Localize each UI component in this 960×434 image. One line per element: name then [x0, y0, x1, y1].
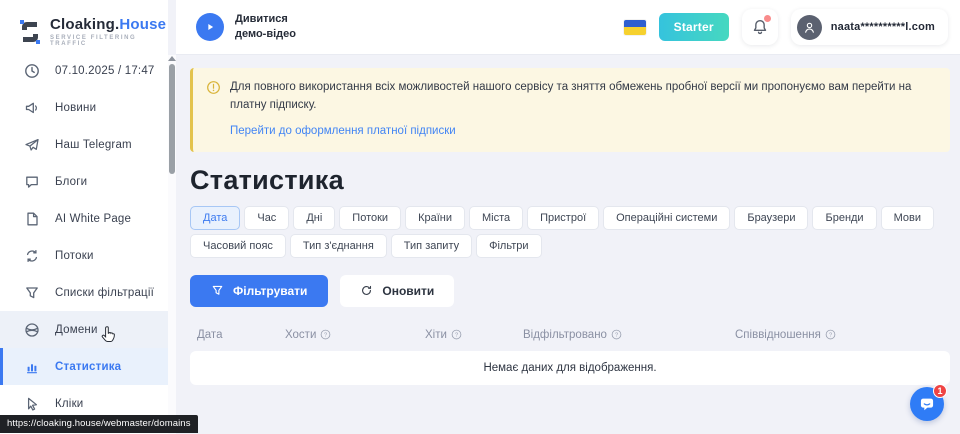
column-header-date: Дата [197, 329, 285, 341]
main-area: Дивитися демо-відео Starter [176, 0, 960, 434]
notifications-button[interactable] [742, 9, 778, 45]
account-email: naata**********l.com [831, 21, 935, 33]
tab-brands[interactable]: Бренди [812, 206, 876, 230]
svg-text:?: ? [455, 333, 459, 339]
help-icon[interactable]: ? [320, 329, 331, 340]
language-flag-ua[interactable] [624, 20, 646, 35]
sidebar-item-telegram[interactable]: Наш Telegram [0, 126, 168, 163]
refresh-button[interactable]: Оновити [340, 275, 454, 307]
column-header-hits: Хіти ? [425, 329, 523, 341]
column-header-filtered: Відфільтровано ? [523, 329, 735, 341]
tab-streams[interactable]: Потоки [339, 206, 401, 230]
tab-connection-type[interactable]: Тип з'єднання [290, 234, 387, 258]
sidebar-item-datetime: 07.10.2025 / 17:47 [0, 52, 168, 89]
globe-icon [24, 322, 40, 338]
loop-arrows-icon [24, 248, 40, 264]
sidebar: Cloaking.House SERVICE FILTERING TRAFFIC… [0, 0, 168, 434]
funnel-icon [24, 285, 40, 301]
tab-date[interactable]: Дата [190, 206, 240, 230]
sidebar-item-statistics[interactable]: Статистика [0, 348, 168, 385]
logo-icon [17, 17, 43, 47]
banner-message: Для повного використання всіх можливосте… [230, 79, 934, 115]
logo[interactable]: Cloaking.House SERVICE FILTERING TRAFFIC [0, 0, 168, 52]
stats-tabs: Дата Час Дні Потоки Країни Міста Пристро… [190, 206, 934, 258]
sidebar-item-domains[interactable]: Домени [0, 311, 168, 348]
sidebar-item-news[interactable]: Новини [0, 89, 168, 126]
svg-text:?: ? [324, 333, 328, 339]
scroll-up-arrow[interactable] [168, 56, 176, 61]
column-header-hosts: Хости ? [285, 329, 425, 341]
help-icon[interactable]: ? [451, 329, 462, 340]
person-icon [802, 20, 817, 35]
link-status-tooltip: https://cloaking.house/webmaster/domains [0, 415, 198, 433]
content: Для повного використання всіх можливосте… [176, 55, 960, 385]
table-empty-state: Немає даних для відображення. [190, 351, 950, 385]
help-icon[interactable]: ? [825, 329, 836, 340]
sidebar-scrollbar[interactable] [168, 55, 176, 434]
sidebar-item-streams[interactable]: Потоки [0, 237, 168, 274]
sidebar-item-label: AI White Page [55, 213, 131, 225]
document-icon [24, 211, 40, 227]
trial-warning-banner: Для повного використання всіх можливосте… [190, 68, 950, 152]
funnel-icon [211, 284, 224, 297]
chat-icon [918, 395, 936, 413]
chat-unread-badge: 1 [933, 384, 947, 398]
cursor-arrow-icon [24, 396, 40, 412]
svg-text:?: ? [829, 333, 833, 339]
topbar: Дивитися демо-відео Starter [176, 0, 960, 55]
chat-bubble-icon [24, 174, 40, 190]
scrollbar-thumb[interactable] [169, 64, 175, 174]
logo-title: Cloaking.House [50, 16, 168, 33]
warning-icon [206, 80, 221, 95]
sidebar-item-label: 07.10.2025 / 17:47 [55, 65, 155, 77]
avatar [797, 15, 822, 40]
page-title: Статистика [190, 165, 950, 196]
tab-filters[interactable]: Фільтри [476, 234, 541, 258]
play-icon [204, 21, 216, 33]
sidebar-item-label: Новини [55, 102, 96, 114]
tab-countries[interactable]: Країни [405, 206, 465, 230]
sidebar-nav: 07.10.2025 / 17:47 Новини Наш Telegram Б… [0, 52, 168, 422]
tab-languages[interactable]: Мови [881, 206, 934, 230]
sidebar-item-label: Наш Telegram [55, 139, 132, 151]
demo-video-label[interactable]: Дивитися демо-відео [235, 12, 296, 42]
column-header-ratio: Співвідношення ? [735, 329, 950, 341]
account-menu[interactable]: naata**********l.com [791, 9, 948, 45]
upgrade-subscription-link[interactable]: Перейти до оформлення платної підписки [230, 125, 456, 137]
sidebar-item-blogs[interactable]: Блоги [0, 163, 168, 200]
svg-text:?: ? [615, 333, 619, 339]
tab-devices[interactable]: Пристрої [527, 206, 599, 230]
clock-icon [24, 63, 40, 79]
notification-dot [764, 15, 771, 22]
paper-plane-icon [24, 137, 40, 153]
tab-timezone[interactable]: Часовий пояс [190, 234, 286, 258]
sidebar-item-label: Блоги [55, 176, 87, 188]
refresh-icon [360, 284, 373, 297]
help-icon[interactable]: ? [611, 329, 622, 340]
sidebar-item-label: Домени [55, 324, 98, 336]
sidebar-item-label: Потоки [55, 250, 94, 262]
sidebar-item-label: Кліки [55, 398, 83, 410]
filter-button[interactable]: Фільтрувати [190, 275, 328, 307]
demo-video-play-button[interactable] [196, 13, 224, 41]
sidebar-item-ai-white-page[interactable]: AI White Page [0, 200, 168, 237]
megaphone-icon [24, 100, 40, 116]
tab-days[interactable]: Дні [293, 206, 335, 230]
tab-cities[interactable]: Міста [469, 206, 523, 230]
bar-chart-icon [24, 359, 40, 375]
tab-browsers[interactable]: Браузери [734, 206, 808, 230]
tab-time[interactable]: Час [244, 206, 289, 230]
plan-badge-button[interactable]: Starter [659, 13, 729, 41]
sidebar-item-label: Статистика [55, 361, 121, 373]
logo-tagline: SERVICE FILTERING TRAFFIC [50, 35, 168, 47]
sidebar-item-filter-lists[interactable]: Списки фільтрації [0, 274, 168, 311]
chat-widget-button[interactable]: 1 [910, 387, 944, 421]
sidebar-item-label: Списки фільтрації [55, 287, 154, 299]
tab-operating-systems[interactable]: Операційні системи [603, 206, 730, 230]
app-window: { "logo": { "name_primary": "Cloaking.",… [0, 0, 960, 434]
table-header-row: Дата Хости ? Хіти ? Відфільтровано ? Спі… [190, 322, 950, 348]
tab-request-type[interactable]: Тип запиту [391, 234, 472, 258]
